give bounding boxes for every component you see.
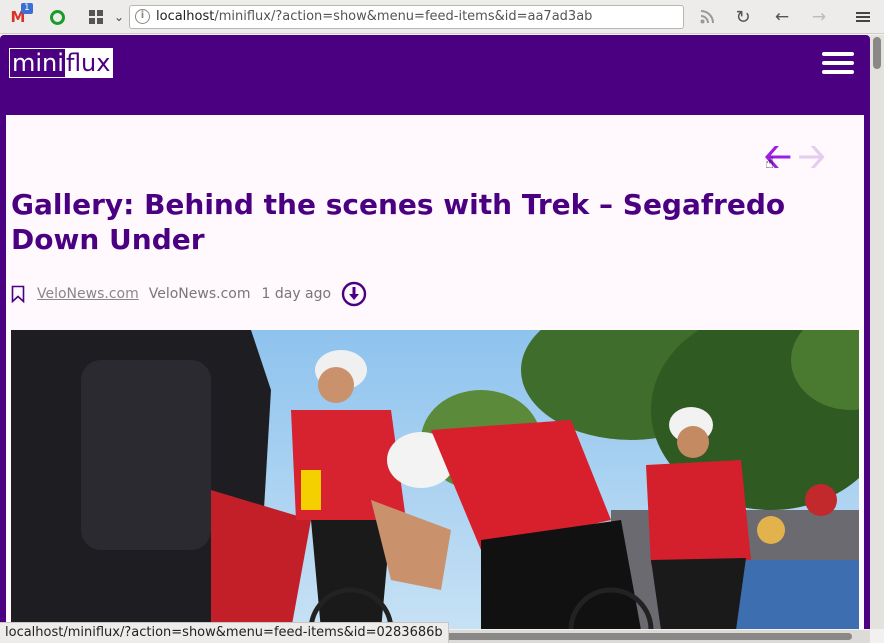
feed-name: VeloNews.com xyxy=(148,286,251,302)
back-icon[interactable]: ← xyxy=(771,6,793,28)
url-host: localhost xyxy=(156,9,215,24)
url-path: /miniflux/?action=show&menu=feed-items&i… xyxy=(214,9,593,24)
article-container: 🡠 🡢 Gallery: Behind the scenes with Trek… xyxy=(6,115,864,629)
rss-icon[interactable] xyxy=(696,6,718,28)
browser-menu-icon[interactable] xyxy=(852,6,874,28)
status-bar-url: localhost/miniflux/?action=show&menu=fee… xyxy=(0,622,449,643)
logo-mini: mini xyxy=(10,49,65,77)
address-bar[interactable]: i localhost/miniflux/?action=show&menu=f… xyxy=(129,5,684,29)
apps-grid-icon[interactable] xyxy=(85,6,107,28)
hamburger-menu-icon[interactable] xyxy=(822,52,854,74)
horizontal-scrollbar[interactable] xyxy=(430,630,870,643)
gmail-icon[interactable]: M 1 xyxy=(7,3,33,28)
reload-icon[interactable]: ↻ xyxy=(732,6,754,28)
browser-toolbar: M 1 ⌄ i localhost/miniflux/?action=show&… xyxy=(0,0,884,34)
article-title[interactable]: Gallery: Behind the scenes with Trek – S… xyxy=(11,187,851,257)
miniflux-logo[interactable]: mini flux xyxy=(9,48,114,78)
article-image xyxy=(11,330,859,629)
article-navigation: 🡠 🡢 xyxy=(764,140,834,174)
hscroll-thumb[interactable] xyxy=(432,633,852,640)
site-link[interactable]: VeloNews.com xyxy=(37,286,139,302)
vertical-scrollbar[interactable] xyxy=(870,35,884,629)
article-meta: VeloNews.com VeloNews.com 1 day ago xyxy=(11,280,367,308)
next-arrow-icon[interactable]: 🡢 xyxy=(798,140,826,174)
extension-ring-icon[interactable] xyxy=(46,6,68,28)
logo-flux: flux xyxy=(64,49,113,77)
download-icon[interactable] xyxy=(341,281,367,307)
forward-icon[interactable]: → xyxy=(808,6,830,28)
url-text[interactable]: localhost/miniflux/?action=show&menu=fee… xyxy=(156,9,592,24)
gmail-badge: 1 xyxy=(21,3,33,14)
bookmark-icon[interactable] xyxy=(11,285,25,303)
chevron-down-icon[interactable]: ⌄ xyxy=(108,6,130,28)
page-viewport: mini flux 🡠 🡢 Gallery: Behind the scenes … xyxy=(0,35,870,629)
mouse-cursor-icon: ☝ xyxy=(765,154,775,172)
info-icon[interactable]: i xyxy=(135,9,150,24)
scrollbar-thumb[interactable] xyxy=(873,37,881,69)
time-ago: 1 day ago xyxy=(261,286,332,302)
